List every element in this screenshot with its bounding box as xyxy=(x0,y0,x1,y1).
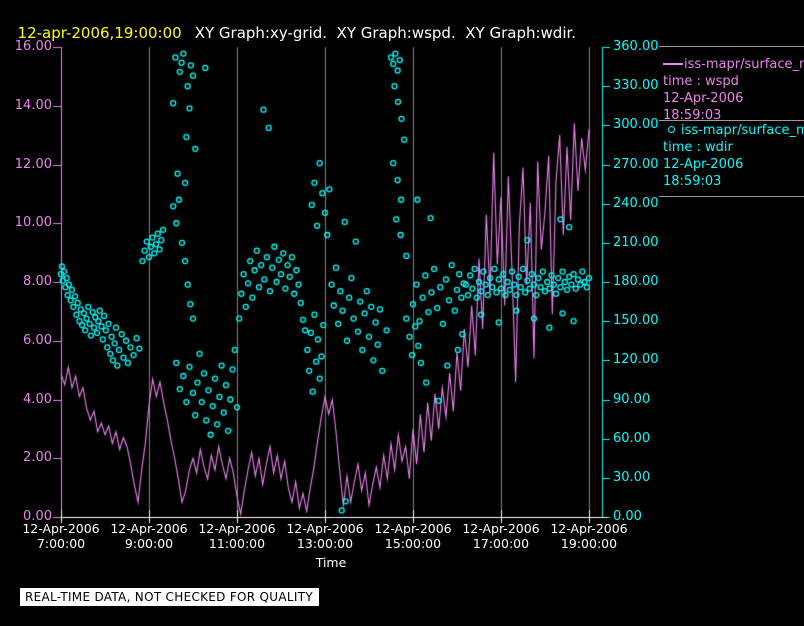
legend-date: 12-Apr-2006 xyxy=(663,157,744,172)
time-tick-label: 12-Apr-2006 11:00:00 xyxy=(198,521,276,551)
legend-field-label: time : wdir xyxy=(663,140,733,155)
quality-banner: REAL-TIME DATA, NOT CHECKED FOR QUALITY xyxy=(20,588,319,606)
wdir-tick-label: 240.00 xyxy=(613,195,659,211)
time-tick-label: 12-Apr-2006 17:00:00 xyxy=(462,521,540,551)
legend: iss-mapr/surface_m time : wspd 12-Apr-20… xyxy=(659,46,804,198)
wdir-tick-label: 60.00 xyxy=(613,430,651,446)
wspd-tick-label: 2.00 xyxy=(23,450,52,466)
wspd-tick-label: 16.00 xyxy=(14,39,52,54)
legend-source: iss-mapr/surface_m xyxy=(681,123,804,138)
quality-banner-text: REAL-TIME DATA, NOT CHECKED FOR QUALITY xyxy=(25,590,313,604)
wspd-tick-label: 10.00 xyxy=(14,215,52,231)
legend-timestamp: 18:59:03 xyxy=(663,174,722,189)
legend-divider xyxy=(659,120,804,121)
legend-divider xyxy=(659,46,804,47)
wspd-tick-label: 4.00 xyxy=(23,391,52,407)
wdir-tick-label: 210.00 xyxy=(613,234,659,250)
wspd-tick-label: 12.00 xyxy=(14,156,52,172)
legend-field-label: time : wspd xyxy=(663,74,739,89)
legend-source-row: iss-mapr/surface_m xyxy=(663,122,804,139)
wdir-tick-label: 120.00 xyxy=(613,352,659,368)
legend-date: 12-Apr-2006 xyxy=(663,91,744,106)
time-tick-label: 12-Apr-2006 13:00:00 xyxy=(286,521,364,551)
time-tick-label: 12-Apr-2006 19:00:00 xyxy=(550,521,628,551)
legend-entry-wspd: iss-mapr/surface_m time : wspd 12-Apr-20… xyxy=(663,56,804,124)
wspd-line-sample-icon xyxy=(663,63,683,65)
wspd-tick-label: 8.00 xyxy=(23,274,52,289)
time-tick-label: 12-Apr-2006 15:00:00 xyxy=(374,521,452,551)
legend-entry-wdir: iss-mapr/surface_m time : wdir 12-Apr-20… xyxy=(663,122,804,190)
wspd-tick-label: 6.00 xyxy=(23,332,52,348)
time-axis-title: Time xyxy=(315,555,347,570)
legend-source: iss-mapr/surface_m xyxy=(684,57,804,72)
time-tick-label: 12-Apr-2006 7:00:00 xyxy=(22,521,100,551)
wdir-tick-label: 30.00 xyxy=(613,469,651,485)
wdir-tick-label: 150.00 xyxy=(613,313,659,329)
legend-divider xyxy=(659,196,804,197)
wspd-tick-label: 14.00 xyxy=(14,97,52,113)
wdir-circle-sample-icon xyxy=(668,126,675,133)
wdir-tick-label: 180.00 xyxy=(613,274,659,289)
wdir-tick-label: 90.00 xyxy=(613,391,651,407)
legend-source-row: iss-mapr/surface_m xyxy=(663,56,804,73)
time-tick-label: 12-Apr-2006 9:00:00 xyxy=(110,521,188,551)
